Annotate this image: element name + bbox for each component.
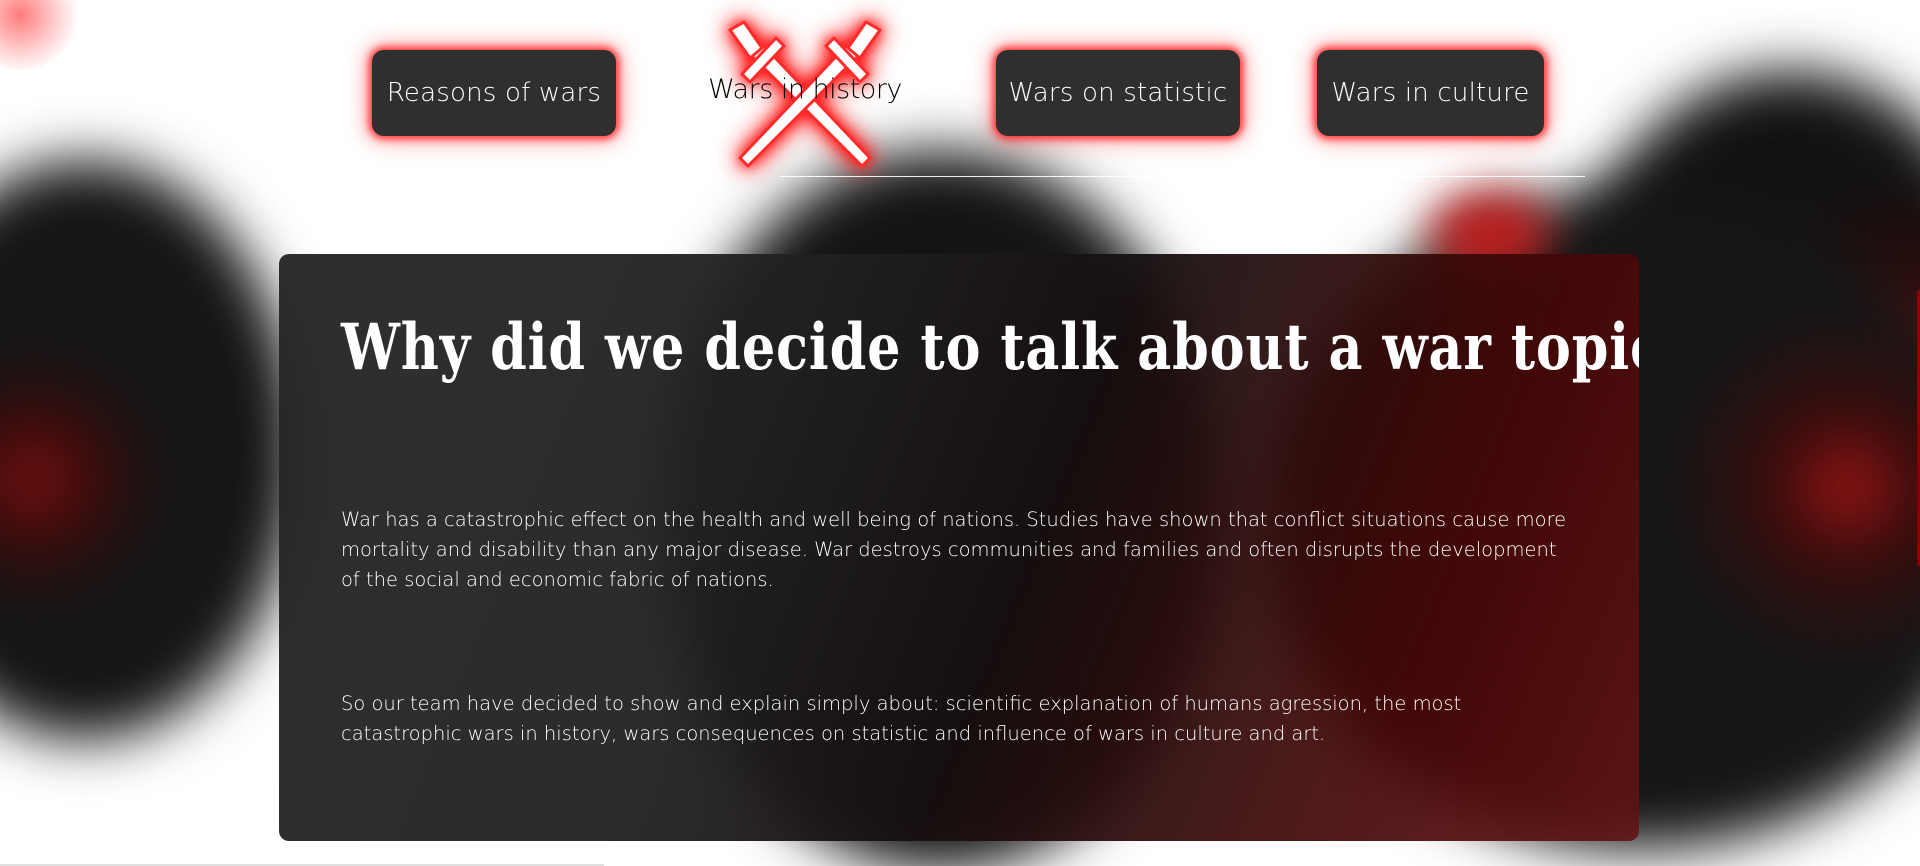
page: Reasons of wars Wars in history Wars on … <box>0 0 1920 866</box>
page-title: Why did we decide to talk about a war to… <box>341 310 1639 385</box>
nav-reasons-of-wars-button[interactable]: Reasons of wars <box>372 50 616 136</box>
nav-wars-in-culture-button[interactable]: Wars in culture <box>1317 50 1544 136</box>
nav-wars-on-statistic-button[interactable]: Wars on statistic <box>996 50 1240 136</box>
nav-button-label: Wars on statistic <box>1008 78 1228 108</box>
intro-panel: Why did we decide to talk about a war to… <box>279 254 1639 841</box>
nav-wars-in-history-link[interactable]: Wars in history <box>708 12 902 176</box>
intro-paragraph: War has a catastrophic effect on the hea… <box>341 508 1567 591</box>
nav-wars-in-history-label: Wars in history <box>708 74 902 105</box>
corner-glow <box>0 0 80 70</box>
intro-paragraph: So our team have decided to show and exp… <box>341 692 1462 745</box>
nav-button-label: Reasons of wars <box>386 78 602 108</box>
nav-divider <box>780 176 1585 177</box>
nav-button-label: Wars in culture <box>1331 78 1530 108</box>
background-blob-left <box>0 160 300 740</box>
